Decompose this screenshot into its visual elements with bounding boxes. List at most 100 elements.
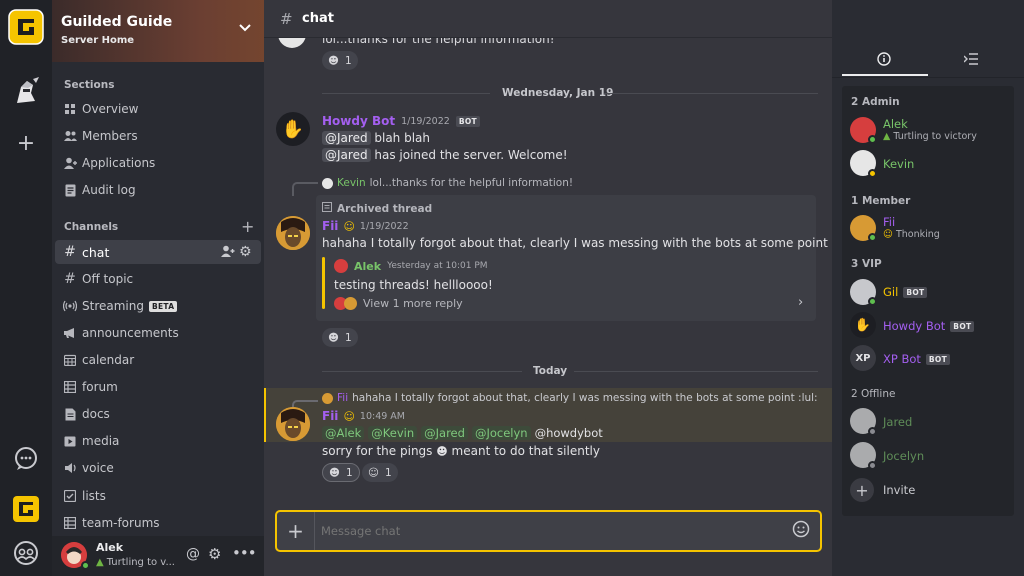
bot-tag: BOT [903,286,928,298]
add-user-icon[interactable] [221,245,235,261]
plus-icon: + [241,217,255,236]
user-mention[interactable]: @Kevin [368,426,418,440]
reaction[interactable]: ☻ 1 [322,328,358,347]
member-item[interactable]: Kevin [850,150,1010,178]
reaction-count: 1 [384,466,392,479]
member-item[interactable]: Alek ▲ Turtling to victory [850,116,1010,144]
sidebar-item-applications[interactable]: Applications [55,151,261,175]
user-mention[interactable]: @Jared [421,426,468,440]
reply-text: lol...thanks for the helpful information… [369,177,574,189]
sidebar-item-label: Overview [82,102,139,116]
hash-icon: # [64,244,76,260]
info-tab-icon[interactable] [877,52,891,69]
user-mention[interactable]: @Alek [322,426,365,440]
message-author[interactable]: Fii [322,219,338,233]
sidebar-item-label: Off topic [82,272,134,286]
view-replies-link[interactable]: View 1 more reply [334,297,463,310]
mention-icon[interactable]: @ [186,546,200,562]
archive-icon [322,202,332,215]
guilded-logo-icon[interactable] [8,491,44,527]
more-options-icon[interactable]: ••• [232,544,257,562]
sidebar-item-streaming[interactable]: Streaming BETA [55,294,261,318]
calendar-icon [63,354,77,366]
sidebar-item-team-forums[interactable]: team-forums [55,511,261,535]
reaction-count: 1 [345,466,353,479]
message-author[interactable]: Fii [322,409,338,423]
invite-button[interactable]: + Invite [850,478,1010,506]
add-server-button[interactable]: + [8,125,44,161]
member-item[interactable]: XP XP Bot BOT [850,345,1010,373]
waving-hand-icon: ✋ [281,118,305,140]
reaction[interactable]: ☻ 1 [322,463,360,482]
thread-list-tab-icon[interactable] [963,53,978,68]
member-group-title: 1 Member [851,195,911,207]
friends-icon[interactable] [8,535,44,571]
hash-icon: # [64,271,76,287]
sidebar-item-overview[interactable]: Overview [55,97,261,121]
chat-bubble-icon[interactable] [8,441,44,477]
sidebar-item-lists[interactable]: lists [55,484,261,508]
message-text: @howdybot [534,426,603,440]
gear-icon[interactable]: ⚙ [239,244,252,260]
emoji-reaction-icon: ☻ [329,466,340,479]
sidebar-item-label: docs [82,407,110,421]
stream-icon [63,300,77,312]
message-text: lol...thanks for the helpful information… [322,38,555,46]
channels-title: Channels [64,221,119,233]
message-input[interactable] [321,521,771,541]
online-status-dot [868,233,877,242]
sidebar-item-calendar[interactable]: calendar [55,348,261,372]
reaction[interactable]: ☺ 1 [362,463,398,482]
avatar[interactable]: ✋ [276,112,310,146]
reply-reference[interactable]: Kevin lol...thanks for the helpful infor… [322,177,573,189]
beta-badge: BETA [148,300,178,312]
avatar[interactable] [276,407,310,441]
avatar[interactable] [276,216,310,250]
reply-author: Fii [337,392,349,404]
member-name: Gil [883,285,899,299]
user-mention[interactable]: @Jocelyn [471,426,531,440]
sidebar-item-chat[interactable]: # chat ⚙ [55,240,261,264]
sidebar-item-media[interactable]: media [55,429,261,453]
knight-avatar-icon[interactable] [8,72,44,108]
user-mention[interactable]: @Jared [322,131,371,145]
sidebar-item-docs[interactable]: docs [55,402,261,426]
invite-label: Invite [883,483,916,497]
sidebar-item-audit-log[interactable]: Audit log [55,178,261,202]
member-item[interactable]: ✋ Howdy Bot BOT [850,312,1010,340]
sidebar-item-label: Applications [82,156,156,170]
applications-icon [63,157,77,169]
chevron-right-icon[interactable]: › [798,295,803,310]
sidebar-item-forum[interactable]: forum [55,375,261,399]
emoji-picker-icon[interactable] [792,520,810,541]
member-item[interactable]: Jocelyn [850,442,1010,470]
add-channel-button[interactable]: + [241,217,254,236]
avatar[interactable] [278,38,306,48]
gear-icon[interactable]: ⚙ [208,545,221,563]
sidebar-item-label: chat [82,244,110,260]
member-item[interactable]: Fii ☺ Thonking [850,214,1010,242]
server-header[interactable]: Guilded Guide Server Home [52,0,264,62]
thread-accent-bar [322,257,325,309]
lists-icon [63,490,77,502]
user-mention[interactable]: @Jared [322,148,371,162]
reaction[interactable]: ☻ 1 [322,51,358,70]
attach-button[interactable]: + [277,512,315,550]
emoji-reaction-icon: ☺ [368,466,379,479]
sidebar-item-members[interactable]: Members [55,124,261,148]
thinking-emoji-icon: ☺ [343,409,355,423]
reaction-count: 1 [344,331,352,344]
sidebar-item-announcements[interactable]: announcements [55,321,261,345]
user-bar: Alek ▲ Turtling to v... @ ⚙ ••• [52,536,264,576]
reply-reference[interactable]: Fii hahaha I totally forgot about that, … [322,392,818,404]
member-item[interactable]: Gil BOT [850,278,1010,306]
sidebar-item-off-topic[interactable]: # Off topic [55,267,261,291]
archived-thread-card[interactable]: Archived thread Fii ☺ 1/19/2022 hahaha I… [316,195,832,321]
guilded-logo-icon[interactable] [8,9,44,45]
member-item[interactable]: Jared [850,408,1010,436]
message-author[interactable]: Howdy Bot [322,114,395,128]
online-status-dot [868,297,877,306]
audit-log-icon [63,184,77,197]
chevron-down-icon[interactable] [238,22,252,36]
sidebar-item-voice[interactable]: voice [55,456,261,480]
